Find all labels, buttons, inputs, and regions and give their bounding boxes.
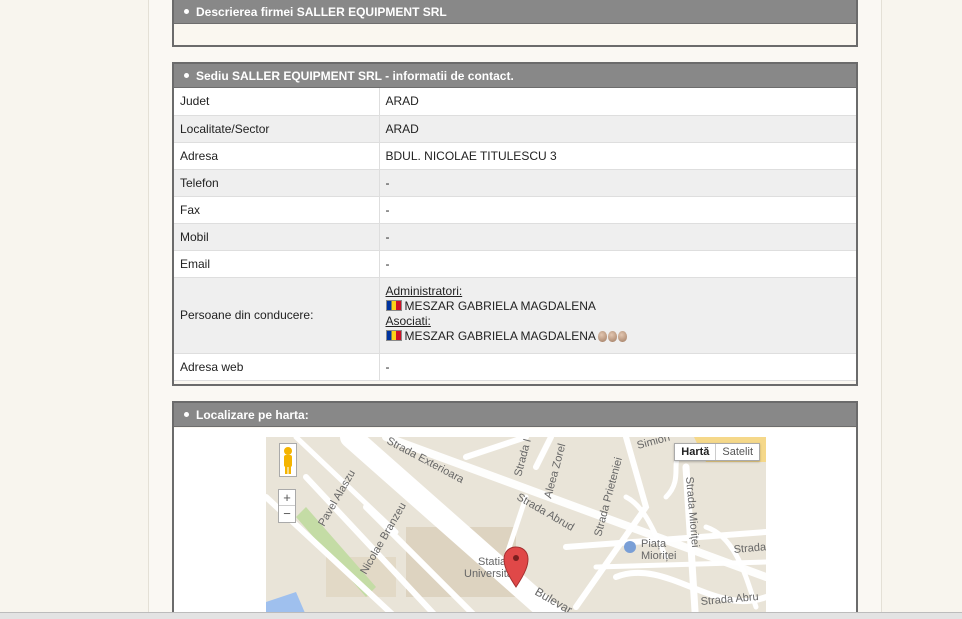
row-label: Mobil — [174, 223, 380, 251]
map-canvas[interactable]: Strada Exterioara Strada I Aleea Zorel S… — [266, 437, 766, 619]
zoom-control[interactable]: + − — [278, 489, 296, 523]
row-label: Adresa web — [174, 353, 380, 381]
row-label: Telefon — [174, 169, 380, 197]
row-value: - — [379, 353, 856, 381]
row-value: BDUL. NICOLAE TITULESCU 3 — [379, 142, 856, 170]
management-value: Administratori: MESZAR GABRIELA MAGDALEN… — [379, 277, 856, 354]
management-label: Persoane din conducere: — [174, 277, 380, 354]
row-value: ARAD — [379, 88, 856, 116]
shareholder-rank-icon — [597, 331, 628, 346]
associates-link[interactable]: Asociati: — [386, 314, 431, 328]
table-row: Fax - — [174, 196, 856, 224]
map-title: Localizare pe harta: — [196, 408, 309, 422]
row-value: ARAD — [379, 115, 856, 143]
horizontal-scrollbar[interactable] — [0, 612, 962, 619]
management-row: Persoane din conducere: Administratori: … — [174, 277, 856, 354]
contact-title: Sediu SALLER EQUIPMENT SRL - informatii … — [196, 69, 514, 83]
map-label: Statia — [478, 556, 507, 568]
contact-table: Judet ARAD Localitate/Sector ARAD Adresa BD… — [174, 88, 856, 381]
map-label: Mioriței — [641, 550, 676, 562]
row-value: - — [379, 250, 856, 278]
row-value: - — [379, 169, 856, 197]
row-label: Localitate/Sector — [174, 115, 380, 143]
table-row: Localitate/Sector ARAD — [174, 115, 856, 143]
row-value: - — [379, 196, 856, 224]
zoom-out-button[interactable]: − — [279, 506, 295, 522]
row-label: Adresa — [174, 142, 380, 170]
company-description-panel: Descrierea firmei SALLER EQUIPMENT SRL — [172, 0, 858, 47]
bullet-icon — [184, 412, 189, 418]
map-type-satellite-button[interactable]: Satelit — [716, 444, 759, 460]
bullet-icon — [184, 9, 189, 15]
table-row: Adresa web - — [174, 353, 856, 381]
table-row: Email - — [174, 250, 856, 278]
associate-name[interactable]: MESZAR GABRIELA MAGDALENA — [405, 329, 596, 343]
zoom-in-button[interactable]: + — [279, 490, 295, 506]
table-row: Telefon - — [174, 169, 856, 197]
contact-header: Sediu SALLER EQUIPMENT SRL - informatii … — [174, 64, 856, 88]
row-value: - — [379, 223, 856, 251]
bullet-icon — [184, 73, 189, 79]
row-label: Judet — [174, 88, 380, 116]
admin-name[interactable]: MESZAR GABRIELA MAGDALENA — [405, 299, 596, 313]
description-title: Descrierea firmei SALLER EQUIPMENT SRL — [196, 5, 447, 19]
romania-flag-icon — [385, 300, 402, 311]
map-type-control[interactable]: Hartă Satelit — [674, 443, 760, 461]
google-map[interactable]: Strada Exterioara Strada I Aleea Zorel S… — [266, 437, 766, 619]
row-label: Fax — [174, 196, 380, 224]
contact-info-panel: Sediu SALLER EQUIPMENT SRL - informatii … — [172, 62, 858, 386]
map-panel: Localizare pe harta: Strada Exterioara S… — [172, 401, 858, 619]
row-label: Email — [174, 250, 380, 278]
description-header: Descrierea firmei SALLER EQUIPMENT SRL — [174, 0, 856, 24]
romania-flag-icon — [385, 330, 402, 341]
administrators-link[interactable]: Administratori: — [386, 284, 463, 298]
street-view-pegman-icon[interactable] — [279, 443, 297, 477]
map-type-map-button[interactable]: Hartă — [675, 444, 717, 460]
map-label: Piața — [641, 538, 667, 550]
poi-icon[interactable] — [624, 541, 636, 553]
table-row: Judet ARAD — [174, 88, 856, 116]
table-row: Adresa BDUL. NICOLAE TITULESCU 3 — [174, 142, 856, 170]
map-header: Localizare pe harta: — [174, 403, 856, 427]
table-row: Mobil - — [174, 223, 856, 251]
